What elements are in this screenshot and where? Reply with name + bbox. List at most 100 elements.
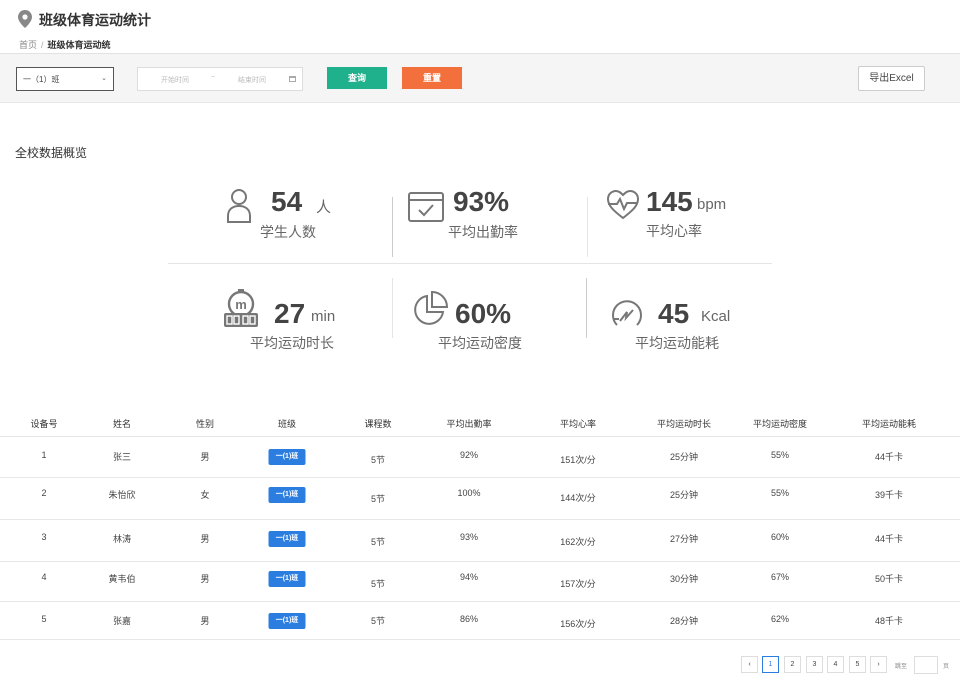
column-header: 性别 bbox=[195, 419, 215, 429]
cell-duration: 28分钟 bbox=[669, 616, 699, 626]
table-row[interactable]: 2 朱怡欣 女 一(1)班 5节 100% 144次/分 25分钟 55% 39千卡 bbox=[0, 478, 960, 520]
stat-label: 平均运动能耗 bbox=[635, 335, 719, 351]
page-suffix-label: 页 bbox=[943, 664, 950, 670]
divider bbox=[587, 197, 588, 257]
cell-gender: 男 bbox=[200, 534, 210, 544]
class-tag: 一(1)班 bbox=[268, 487, 306, 503]
cell-lessons: 5节 bbox=[370, 616, 386, 626]
stat-unit: min bbox=[311, 308, 336, 325]
filter-bar: 一（1）班 ⌄ 开始时间 ~ 结束时间 查询 重置 导出Excel bbox=[0, 53, 960, 103]
reset-button[interactable]: 重置 bbox=[402, 67, 462, 89]
query-button[interactable]: 查询 bbox=[327, 67, 387, 89]
stat-value: 145 bbox=[646, 186, 693, 217]
page-button[interactable]: 4 bbox=[827, 656, 844, 673]
stat-label: 学生人数 bbox=[260, 224, 316, 240]
horizontal-divider bbox=[168, 263, 772, 264]
date-range-picker[interactable]: 开始时间 ~ 结束时间 bbox=[137, 67, 303, 91]
cell-density: 62% bbox=[770, 614, 790, 624]
cell-duration: 27分钟 bbox=[669, 534, 699, 544]
chevron-down-icon: ⌄ bbox=[101, 75, 107, 82]
cell-device: 2 bbox=[41, 488, 47, 498]
cell-lessons: 5节 bbox=[370, 494, 386, 504]
stat-value: 54 bbox=[271, 186, 303, 217]
page-title: 班级体育运动统计 bbox=[39, 12, 151, 28]
stat-value: 93% bbox=[453, 186, 510, 217]
class-select-value: 一（1）班 bbox=[23, 75, 60, 84]
stat-unit: 人 bbox=[316, 199, 332, 216]
stat-value: 27 bbox=[274, 298, 306, 329]
calendar-check-icon bbox=[408, 192, 444, 222]
start-date-input[interactable]: 开始时间 bbox=[161, 75, 189, 85]
calendar-icon bbox=[289, 76, 296, 82]
stat-unit: Kcal bbox=[701, 308, 731, 325]
column-header: 平均运动时长 bbox=[656, 419, 712, 429]
breadcrumb: 首页 / 班级体育运动统 bbox=[19, 38, 111, 51]
cell-name: 黄韦伯 bbox=[108, 574, 136, 584]
goto-page-input[interactable] bbox=[914, 656, 938, 674]
cell-density: 60% bbox=[770, 532, 790, 542]
table-row[interactable]: 1 张三 男 一(1)班 5节 92% 151次/分 25分钟 55% 44千卡 bbox=[0, 438, 960, 478]
page-button[interactable]: 5 bbox=[849, 656, 866, 673]
column-header: 平均运动能耗 bbox=[861, 419, 917, 429]
prev-page-button[interactable]: ‹ bbox=[741, 656, 758, 673]
cell-gender: 男 bbox=[200, 616, 210, 626]
cell-heart: 157次/分 bbox=[560, 579, 596, 589]
stat-label: 平均运动时长 bbox=[250, 335, 334, 351]
stat-label: 平均出勤率 bbox=[448, 224, 518, 240]
page-button[interactable]: 3 bbox=[806, 656, 823, 673]
cell-device: 5 bbox=[41, 614, 47, 624]
pie-chart-icon bbox=[414, 291, 448, 325]
cell-heart: 162次/分 bbox=[560, 537, 596, 547]
breadcrumb-home[interactable]: 首页 bbox=[19, 40, 37, 50]
end-date-input[interactable]: 结束时间 bbox=[238, 75, 266, 85]
range-separator: ~ bbox=[211, 74, 216, 81]
cell-gender: 男 bbox=[200, 574, 210, 584]
cell-duration: 25分钟 bbox=[669, 490, 699, 500]
goto-label: 跳至 bbox=[895, 664, 908, 670]
column-header: 平均运动密度 bbox=[752, 419, 808, 429]
cell-name: 朱怡欣 bbox=[108, 490, 136, 500]
stat-label: 平均心率 bbox=[646, 223, 702, 239]
location-pin-icon bbox=[18, 10, 32, 28]
divider bbox=[392, 278, 393, 338]
cell-duration: 30分钟 bbox=[669, 574, 699, 584]
cell-attendance: 100% bbox=[457, 488, 481, 498]
table-header: 设备号 姓名 性别 班级 课程数 平均出勤率 平均心率 平均运动时长 平均运动密度 平均运动能耗 bbox=[0, 407, 960, 437]
cell-density: 55% bbox=[770, 450, 790, 460]
cell-name: 张三 bbox=[112, 452, 132, 462]
divider bbox=[392, 197, 393, 257]
stat-unit: bpm bbox=[697, 196, 727, 213]
cell-device: 3 bbox=[41, 532, 47, 542]
table-row[interactable]: 4 黄韦伯 男 一(1)班 5节 94% 157次/分 30分钟 67% 50千卡 bbox=[0, 562, 960, 602]
stat-value: 60% bbox=[455, 298, 512, 329]
column-header: 姓名 bbox=[112, 419, 132, 429]
cell-name: 林涛 bbox=[112, 534, 132, 544]
table-row[interactable]: 5 张嘉 男 一(1)班 5节 86% 156次/分 28分钟 62% 48千卡 bbox=[0, 602, 960, 640]
stopwatch-icon: m bbox=[224, 289, 258, 327]
cell-attendance: 86% bbox=[459, 614, 479, 624]
cell-energy: 44千卡 bbox=[874, 534, 904, 544]
column-header: 设备号 bbox=[30, 419, 58, 429]
table-row[interactable]: 3 林涛 男 一(1)班 5节 93% 162次/分 27分钟 60% 44千卡 bbox=[0, 520, 960, 562]
cell-energy: 50千卡 bbox=[874, 574, 904, 584]
class-select[interactable]: 一（1）班 ⌄ bbox=[16, 67, 114, 91]
person-icon bbox=[227, 189, 251, 223]
export-excel-button[interactable]: 导出Excel bbox=[858, 66, 925, 91]
cell-attendance: 92% bbox=[459, 450, 479, 460]
class-tag: 一(1)班 bbox=[268, 571, 306, 587]
svg-text:m: m bbox=[235, 297, 247, 312]
cell-density: 55% bbox=[770, 488, 790, 498]
cell-heart: 144次/分 bbox=[560, 493, 596, 503]
next-page-button[interactable]: › bbox=[870, 656, 887, 673]
cell-attendance: 94% bbox=[459, 572, 479, 582]
page-button[interactable]: 2 bbox=[784, 656, 801, 673]
cell-energy: 44千卡 bbox=[874, 452, 904, 462]
heart-rate-icon bbox=[606, 190, 640, 220]
cell-device: 4 bbox=[41, 572, 47, 582]
cell-device: 1 bbox=[41, 450, 47, 460]
cell-heart: 151次/分 bbox=[560, 455, 596, 465]
overview-title: 全校数据概览 bbox=[15, 146, 88, 160]
class-tag: 一(1)班 bbox=[268, 613, 306, 629]
column-header: 平均出勤率 bbox=[446, 419, 492, 429]
page-button[interactable]: 1 bbox=[762, 656, 779, 673]
